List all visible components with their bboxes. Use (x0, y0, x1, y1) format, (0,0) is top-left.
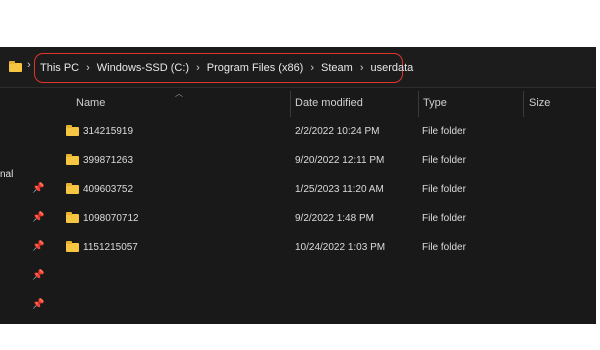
folder-icon (66, 154, 79, 165)
column-header-size[interactable]: Size (529, 97, 550, 109)
file-date-modified: 9/20/2022 12:11 PM (295, 155, 385, 166)
sidebar-item-label[interactable]: nal (0, 169, 13, 180)
column-divider[interactable] (290, 91, 291, 117)
file-type: File folder (422, 242, 466, 253)
breadcrumb-windows-ssd[interactable]: Windows-SSD (C:) (97, 62, 189, 74)
sort-ascending-icon: ︿ (175, 89, 183, 98)
pin-icon[interactable]: 📌 (32, 270, 44, 281)
file-name: 1151215057 (83, 242, 138, 253)
file-explorer-window: › This PC › Windows-SSD (C:) › Program F… (0, 47, 596, 324)
breadcrumb-steam[interactable]: Steam (321, 62, 353, 74)
list-item[interactable]: 314215919 2/2/2022 10:24 PM File folder (48, 118, 596, 147)
list-item[interactable]: 1098070712 9/2/2022 1:48 PM File folder (48, 205, 596, 234)
column-divider[interactable] (523, 91, 524, 117)
file-date-modified: 9/2/2022 1:48 PM (295, 213, 374, 224)
list-item[interactable]: 399871263 9/20/2022 12:11 PM File folder (48, 147, 596, 176)
file-type: File folder (422, 184, 466, 195)
breadcrumb-this-pc[interactable]: This PC (40, 62, 79, 74)
file-type: File folder (422, 126, 466, 137)
breadcrumb-userdata[interactable]: userdata (370, 62, 413, 74)
pin-icon[interactable]: 📌 (32, 299, 44, 310)
chevron-right-icon[interactable]: › (86, 62, 90, 74)
file-name: 1098070712 (83, 213, 139, 224)
list-item[interactable]: 409603752 1/25/2023 11:20 AM File folder (48, 176, 596, 205)
column-divider[interactable] (418, 91, 419, 117)
file-date-modified: 10/24/2022 1:03 PM (295, 242, 386, 253)
pin-icon[interactable]: 📌 (32, 183, 44, 194)
chevron-right-icon[interactable]: › (360, 62, 364, 74)
file-name: 409603752 (83, 184, 134, 195)
list-item[interactable]: 1151215057 10/24/2022 1:03 PM File folde… (48, 234, 596, 263)
file-date-modified: 1/25/2023 11:20 AM (295, 184, 384, 195)
breadcrumb-program-files-x86[interactable]: Program Files (x86) (207, 62, 304, 74)
breadcrumb: This PC › Windows-SSD (C:) › Program Fil… (40, 59, 413, 77)
folder-icon (66, 183, 79, 194)
file-name: 399871263 (83, 155, 134, 166)
column-header-date-modified[interactable]: Date modified (295, 97, 363, 109)
column-header-name[interactable]: Name (76, 97, 105, 109)
folder-icon (66, 125, 79, 136)
navigation-pane: nal 📌 📌 📌 📌 📌 (0, 88, 48, 324)
file-type: File folder (422, 213, 466, 224)
column-header-type[interactable]: Type (423, 97, 447, 109)
chevron-right-icon[interactable]: › (196, 62, 200, 74)
folder-icon (66, 241, 79, 252)
pin-icon[interactable]: 📌 (32, 241, 44, 252)
file-type: File folder (422, 155, 466, 166)
file-date-modified: 2/2/2022 10:24 PM (295, 126, 380, 137)
folder-icon (66, 212, 79, 223)
chevron-right-icon[interactable]: › (27, 59, 31, 71)
folder-icon (9, 61, 22, 72)
pin-icon[interactable]: 📌 (32, 212, 44, 223)
address-bar[interactable]: › This PC › Windows-SSD (C:) › Program F… (0, 47, 596, 88)
chevron-right-icon[interactable]: › (310, 62, 314, 74)
file-name: 314215919 (83, 126, 134, 137)
